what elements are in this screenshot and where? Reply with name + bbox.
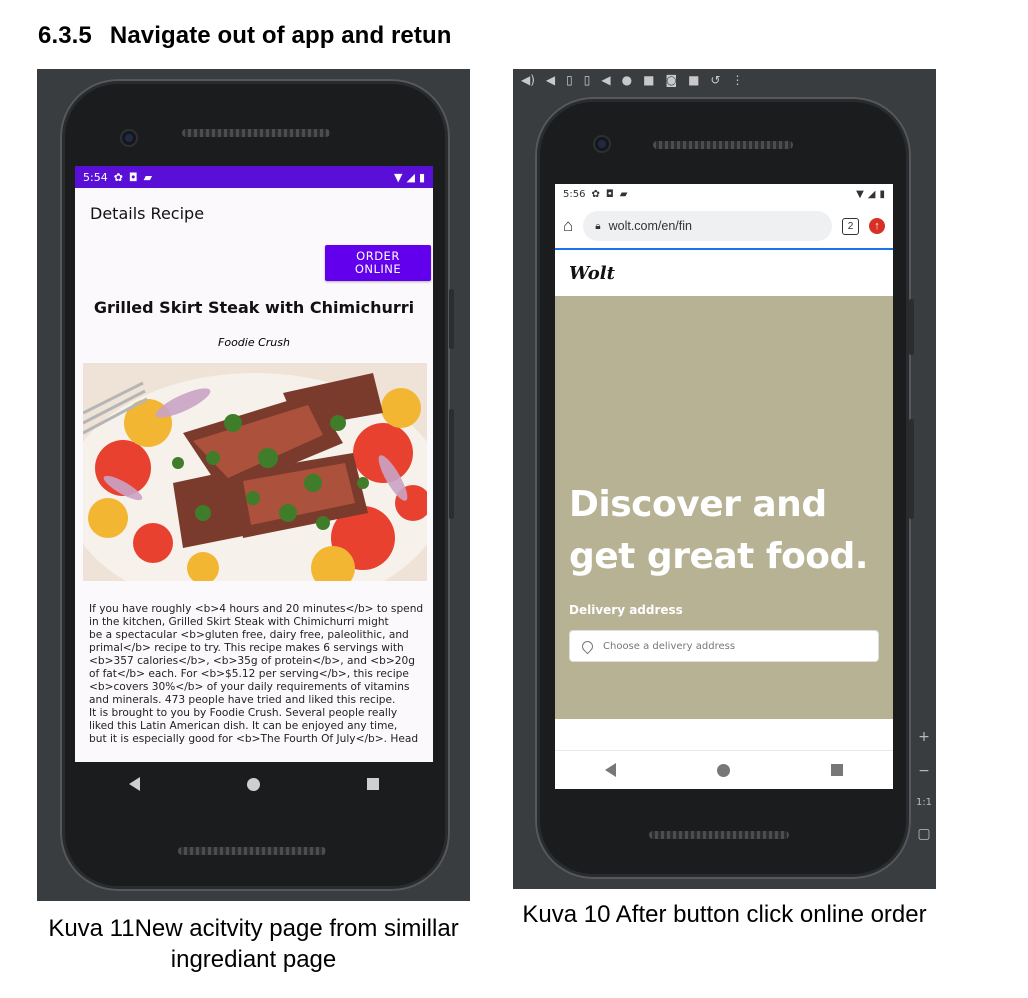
back-icon[interactable] [128, 777, 140, 791]
wifi-icon: ▼ [856, 188, 864, 200]
volume-button[interactable] [909, 419, 914, 519]
bottom-speaker [178, 847, 326, 855]
home-icon[interactable]: ● [622, 73, 632, 87]
top-speaker [182, 129, 330, 137]
phone-screen: 5:54 ✿ ◘ ▰ ▼ ◢ ▮ Details Recipe ORDER ON… [75, 166, 433, 762]
back-icon[interactable] [605, 763, 617, 777]
right-figure-caption: Kuva 10 After button click online order [522, 901, 927, 928]
home-icon[interactable] [716, 763, 730, 777]
emulator-toolbar: ◀) ◀ ▯ ▯ ◀ ● ■ ◙ ■ ↺ ⋮ [513, 69, 944, 91]
right-emulator-screenshot: ◀) ◀ ▯ ▯ ◀ ● ■ ◙ ■ ↺ ⋮ 5:56 ✿ ◘ ▰ ▼ ◢ ▮ … [513, 69, 936, 889]
steak-salad-illustration [83, 363, 427, 581]
order-online-button[interactable]: ORDER ONLINE [325, 245, 431, 281]
phone-screen: 5:56 ✿ ◘ ▰ ▼ ◢ ▮ ⌂ 🔒︎ wolt.com/en/fin 2 … [555, 184, 893, 789]
section-title: Navigate out of app and retun [109, 22, 452, 49]
location-pin-icon [579, 638, 596, 654]
browser-home-icon[interactable]: ⌂ [563, 216, 573, 236]
record-icon[interactable]: ■ [688, 73, 699, 87]
delivery-address-label: Delivery address [569, 603, 683, 617]
screenshot-icon[interactable]: ◙ [665, 73, 677, 87]
recents-icon[interactable] [367, 778, 380, 790]
wifi-icon: ▼ [394, 170, 403, 184]
zoom-reset-label[interactable]: 1:1 [916, 797, 932, 808]
recipe-image [83, 363, 427, 581]
home-icon[interactable] [246, 777, 260, 791]
address-bar[interactable]: 🔒︎ wolt.com/en/fin [583, 211, 832, 241]
front-camera-icon [595, 137, 609, 151]
status-time: 5:56 [563, 188, 586, 200]
volume-down-icon[interactable]: ◀ [546, 73, 555, 87]
section-number: 6.3.5 [38, 22, 92, 49]
recipe-summary: If you have roughly <b>4 hours and 20 mi… [89, 603, 424, 745]
volume-button[interactable] [449, 409, 454, 519]
power-button[interactable] [909, 299, 914, 355]
zoom-in-icon[interactable]: + [918, 729, 930, 745]
status-bar: 5:54 ✿ ◘ ▰ ▼ ◢ ▮ [75, 166, 433, 188]
signal-icon: ◢ [867, 188, 876, 200]
volume-up-icon[interactable]: ◀) [521, 73, 535, 87]
notification-icon: ◘ [605, 188, 614, 200]
url-text: wolt.com/en/fin [608, 219, 692, 233]
emulator-zoom-panel: + − 1:1 ▢ [912, 729, 936, 859]
app-title: Details Recipe [90, 204, 205, 223]
lock-icon: 🔒︎ [595, 220, 601, 232]
site-header: Wolt [555, 250, 893, 297]
battery-icon: ▮ [418, 170, 425, 184]
signal-icon: ◢ [406, 170, 415, 184]
more-icon[interactable]: ⋮ [732, 73, 744, 87]
status-time: 5:54 [83, 170, 108, 184]
zoom-out-icon[interactable]: − [918, 763, 930, 779]
rotate-right-icon[interactable]: ▯ [584, 73, 591, 87]
navigation-bar [555, 750, 893, 789]
navigation-bar [75, 762, 433, 806]
battery-icon: ▮ [879, 188, 885, 200]
rotate-left-icon[interactable]: ▯ [566, 73, 573, 87]
settings-icon: ✿ [591, 188, 600, 200]
section-heading: 6.3.5 Navigate out of app and retun [38, 22, 451, 50]
order-online-label: ORDER ONLINE [354, 249, 402, 276]
fit-screen-icon[interactable]: ▢ [917, 826, 930, 842]
snapshot-icon[interactable]: ↺ [710, 73, 720, 87]
address-placeholder: Choose a delivery address [603, 640, 736, 652]
recents-icon[interactable] [830, 764, 843, 776]
delivery-address-input[interactable]: Choose a delivery address [569, 630, 879, 662]
overview-icon[interactable]: ■ [643, 73, 654, 87]
settings-icon: ✿ [113, 170, 123, 184]
hero-title: Discover and get great food. [569, 484, 868, 577]
top-speaker [653, 141, 793, 149]
back-icon[interactable]: ◀ [601, 73, 610, 87]
notification-icon: ◘ [128, 170, 138, 184]
left-figure-caption: Kuva 11New acitvity page from simillar i… [48, 915, 459, 973]
recipe-source: Foodie Crush [218, 336, 290, 349]
left-emulator-screenshot: 5:54 ✿ ◘ ▰ ▼ ◢ ▮ Details Recipe ORDER ON… [37, 69, 470, 901]
update-icon[interactable]: ↑ [869, 218, 885, 234]
hero-section: Discover and get great food. Delivery ad… [555, 296, 893, 719]
power-button[interactable] [449, 289, 454, 349]
sd-card-icon: ▰ [619, 188, 628, 200]
browser-toolbar: ⌂ 🔒︎ wolt.com/en/fin 2 ↑ [555, 204, 893, 250]
status-bar: 5:56 ✿ ◘ ▰ ▼ ◢ ▮ [555, 184, 893, 204]
sd-card-icon: ▰ [143, 170, 153, 184]
bottom-speaker [649, 831, 789, 839]
recipe-title: Grilled Skirt Steak with Chimichurri [93, 298, 415, 317]
tab-count-icon[interactable]: 2 [842, 217, 859, 235]
front-camera-icon [122, 131, 136, 145]
wolt-logo[interactable]: Wolt [569, 263, 615, 284]
